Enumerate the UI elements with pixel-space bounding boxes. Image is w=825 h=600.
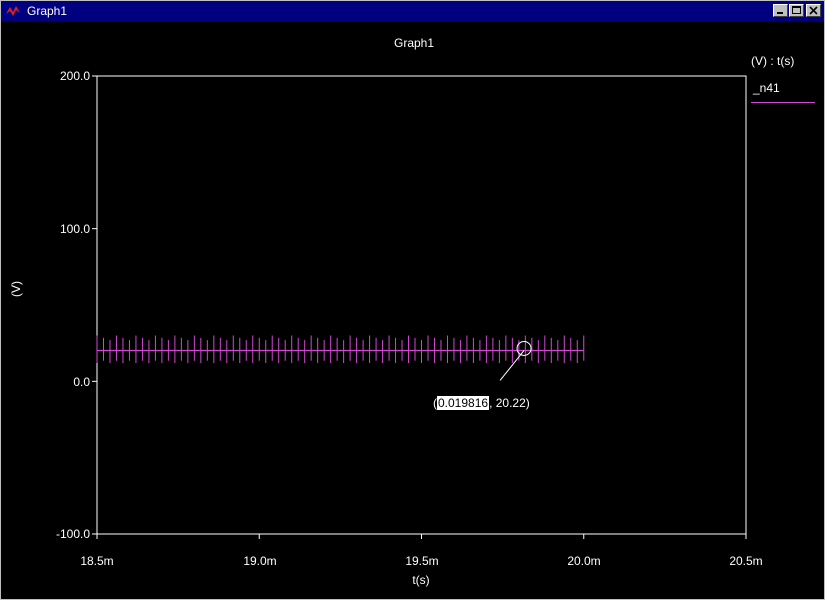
close-button[interactable] [806, 4, 821, 17]
minimize-button[interactable] [773, 4, 788, 17]
maximize-button[interactable] [789, 4, 804, 17]
close-icon [809, 6, 818, 15]
y-tick-label: -100.0 [55, 527, 90, 541]
x-tick-label: 19.5m [405, 554, 439, 568]
plot-canvas[interactable] [1, 21, 824, 599]
y-tick-label: 100.0 [59, 222, 90, 236]
x-tick-label: 18.5m [80, 554, 114, 568]
annotation-marker [499, 340, 532, 381]
x-tick-label: 19.0m [243, 554, 277, 568]
x-axis-ticks [96, 534, 747, 539]
graph-window: Graph1 Graph1 (V) : t(s) _n41 (V) t(s) 2… [0, 0, 825, 600]
x-tick-label: 20.5m [729, 554, 763, 568]
app-logo-icon[interactable] [5, 4, 21, 18]
chart-title: Graph1 [393, 36, 435, 50]
minimize-icon [777, 12, 783, 14]
x-tick-label: 20.0m [567, 554, 601, 568]
cursor-x-value: 0.019816 [437, 396, 490, 410]
y-axis-ticks [92, 75, 97, 535]
y-tick-label: 0.0 [73, 375, 90, 389]
cursor-readout[interactable]: (0.019816, 20.22) [433, 396, 530, 410]
y-axis-label: (V) [9, 281, 23, 297]
x-axis-label: t(s) [412, 573, 430, 587]
legend-entry-n41[interactable]: _n41 [753, 81, 780, 95]
title-bar[interactable]: Graph1 [1, 1, 824, 21]
cursor-y-value: 20.22 [495, 396, 526, 410]
maximize-icon [792, 6, 801, 14]
legend-header: (V) : t(s) [751, 54, 795, 68]
plot-frame [96, 75, 747, 535]
window-title: Graph1 [27, 4, 68, 18]
series-n41 [96, 335, 585, 364]
y-tick-label: 200.0 [59, 69, 90, 83]
legend-swatch-n41 [751, 102, 815, 103]
